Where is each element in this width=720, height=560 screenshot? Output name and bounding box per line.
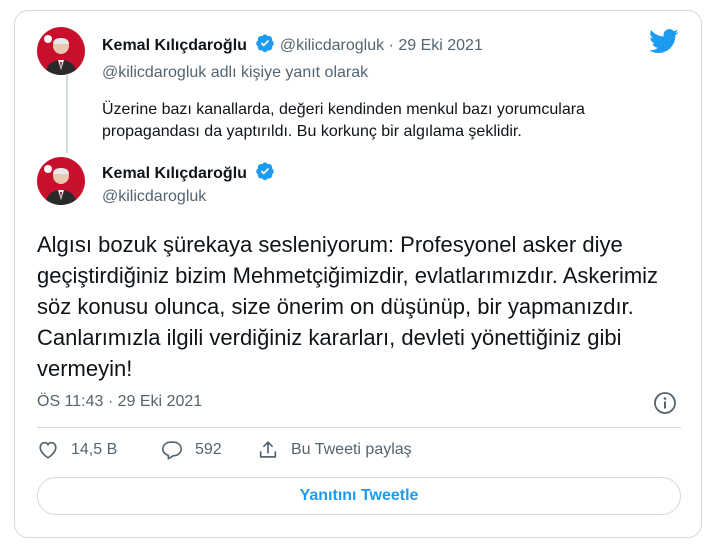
- separator-dot: ·: [388, 37, 394, 54]
- twitter-bird-icon[interactable]: [649, 29, 679, 54]
- author-handle[interactable]: @kilicdarogluk: [280, 37, 384, 54]
- divider: [37, 427, 681, 428]
- reply-button[interactable]: 592: [161, 439, 222, 461]
- avatar[interactable]: [37, 157, 85, 205]
- author-name[interactable]: Kemal Kılıçdaroğlu: [102, 37, 247, 54]
- reply-tweet-header: Kemal Kılıçdaroğlu @kilicdarogluk · 29 E…: [102, 33, 483, 58]
- embedded-tweet-card: Kemal Kılıçdaroğlu @kilicdarogluk · 29 E…: [14, 10, 702, 538]
- main-tweet-author: Kemal Kılıçdaroğlu: [102, 161, 275, 186]
- main-tweet-text: Algısı bozuk şürekaya sesleniyorum: Prof…: [37, 232, 659, 381]
- like-count: 14,5 B: [71, 441, 118, 458]
- like-button[interactable]: 14,5 B: [37, 439, 117, 461]
- avatar[interactable]: [37, 27, 85, 75]
- replying-to-label[interactable]: @kilicdarogluk adlı kişiye yanıt olarak: [102, 64, 368, 82]
- thread-connector-line: [66, 75, 68, 153]
- author-name[interactable]: Kemal Kılıçdaroğlu: [102, 165, 247, 182]
- verified-badge-icon: [255, 33, 275, 58]
- reply-bubble-icon: [162, 441, 182, 460]
- tweet-timestamp[interactable]: ÖS 11:43 · 29 Eki 2021: [37, 393, 202, 411]
- share-button[interactable]: Bu Tweeti paylaş: [257, 439, 412, 461]
- tweet-date[interactable]: 29 Eki 2021: [398, 37, 483, 54]
- reply-count: 592: [195, 441, 222, 458]
- author-handle[interactable]: @kilicdarogluk: [102, 188, 206, 206]
- share-label: Bu Tweeti paylaş: [291, 441, 412, 458]
- share-icon: [259, 441, 277, 458]
- heart-icon: [39, 441, 57, 459]
- verified-badge-icon: [255, 161, 275, 186]
- tweet-your-reply-button[interactable]: Yanıtını Tweetle: [37, 477, 681, 515]
- reply-tweet-text: Üzerine bazı kanallarda, değeri kendinde…: [102, 101, 585, 140]
- info-icon[interactable]: [653, 391, 677, 415]
